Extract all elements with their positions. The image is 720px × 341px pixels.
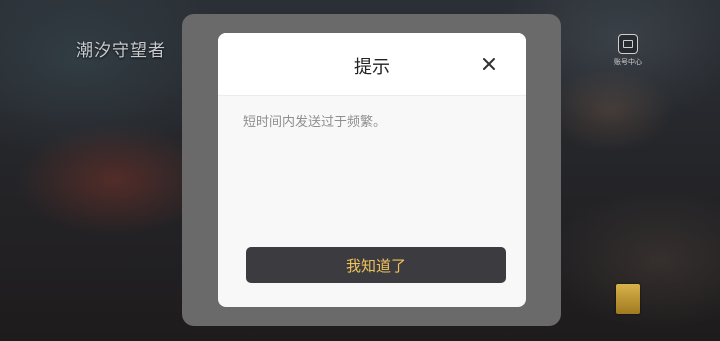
close-button[interactable] bbox=[480, 55, 498, 73]
account-center-label: 账号中心 bbox=[614, 58, 642, 66]
game-logo: 潮汐守望者 bbox=[76, 41, 166, 61]
dialog-message: 短时间内发送过于频繁。 bbox=[243, 115, 387, 130]
dialog-header: 提示 bbox=[218, 33, 526, 96]
confirm-button[interactable]: 我知道了 bbox=[246, 247, 506, 283]
alert-dialog: 提示 短时间内发送过于频繁。 我知道了 bbox=[218, 33, 526, 307]
account-center-button[interactable]: 账号中心 bbox=[608, 34, 648, 67]
account-center-icon bbox=[618, 34, 638, 54]
age-rating-badge bbox=[616, 284, 640, 314]
close-icon bbox=[483, 58, 495, 70]
